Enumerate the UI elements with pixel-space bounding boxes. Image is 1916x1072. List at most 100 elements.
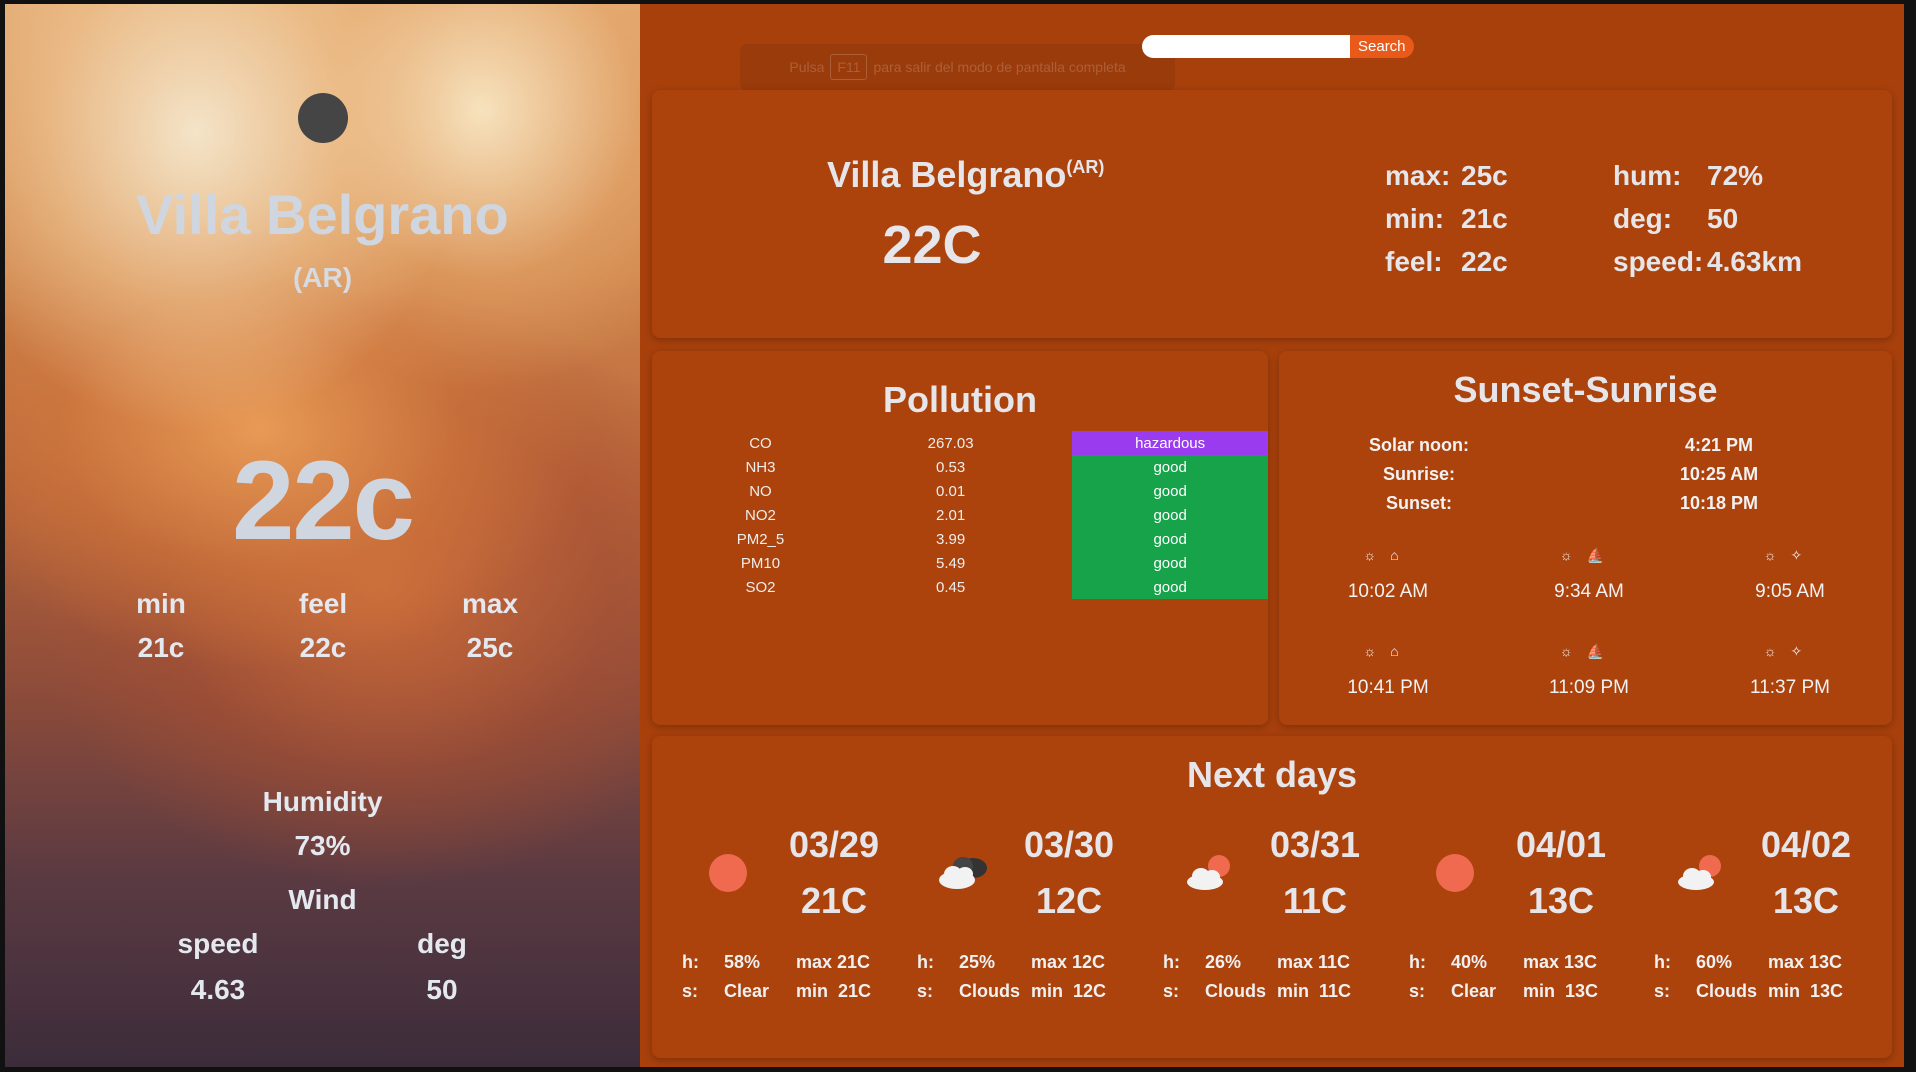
next-days-card: Next days 03/29 21C h: 58% max 21C s: Clear min… [652, 736, 1892, 1058]
pollutant-value: 0.01 [936, 482, 966, 500]
forecast-day: 04/01 13C h: 40% max 13C s: Clear min 13C [1409, 806, 1657, 1046]
search-button[interactable]: Search [1350, 35, 1414, 58]
hero-min: min 21c [101, 588, 221, 664]
pollution-title: Pollution [883, 379, 1037, 420]
twilight-astronomical-morning: ☼✧ 9:05 AM [1715, 547, 1865, 603]
pollutant-name: PM2_5 [736, 530, 785, 548]
solar-noon-label: Solar noon: [1369, 435, 1469, 455]
stat-value: 4.63km [1707, 245, 1802, 277]
hero-feel-value: 22c [299, 632, 347, 663]
search-bar: Search [1142, 35, 1414, 58]
hero-panel: Villa Belgrano (AR) 22c min 21c feel 22c… [5, 4, 640, 1067]
humidity-value: 73% [294, 830, 351, 861]
pollutant-name: NO2 [745, 506, 776, 524]
pollutant-status-badge: good [1072, 455, 1268, 479]
hero-feel: feel 22c [263, 588, 383, 664]
stat-key: speed: [1613, 245, 1704, 277]
forecast-details: h: 40% max 13C s: Clear min 13C [1409, 948, 1598, 1006]
hero-min-label: min [136, 588, 186, 619]
pollutant-value: 0.45 [936, 578, 966, 596]
stat-key: feel: [1385, 245, 1443, 277]
fullscreen-hint: Pulsa F11 para salir del modo de pantall… [740, 44, 1175, 90]
hero-max: max 25c [430, 588, 550, 664]
pollution-row: SO2 0.45 good [692, 575, 1268, 599]
pollutant-status-badge: hazardous [1072, 431, 1268, 455]
sky-key: s: [1654, 981, 1671, 1001]
twilight-time: 11:09 PM [1549, 677, 1629, 698]
humidity-key: h: [917, 952, 934, 972]
twilight-time: 10:41 PM [1347, 677, 1429, 698]
stat-row: deg: 50 [1613, 197, 1802, 240]
pollution-row: NH3 0.53 good [692, 455, 1268, 479]
stat-row: feel: 22c [1385, 240, 1508, 283]
wind-deg: deg 50 [362, 928, 522, 1006]
twilight-time: 10:02 AM [1347, 581, 1429, 602]
forecast-details: h: 25% max 12C s: Clouds min 12C [917, 948, 1106, 1006]
forecast-temp: 21C [800, 880, 868, 921]
current-weather-card: Villa Belgrano(AR) 22C max: 25c min: 21c f… [652, 90, 1892, 338]
sunset-value: 10:18 PM [1679, 493, 1759, 513]
hero-temperature: 22c [232, 438, 415, 563]
stat-key: min: [1385, 202, 1445, 234]
twilight-astronomical-evening: ☼✧ 11:37 PM [1715, 643, 1865, 699]
sun-cloud-icon [1670, 848, 1730, 898]
stat-value: 72% [1707, 159, 1764, 191]
pollution-row: CO 267.03 hazardous [692, 431, 1268, 455]
forecast-min: min 13C [1768, 981, 1844, 1001]
pollutant-value: 3.99 [936, 530, 966, 548]
twilight-time: 9:05 AM [1755, 581, 1825, 602]
stat-value: 50 [1707, 202, 1739, 234]
twilight-nautical-icon: ☼⛵ [1559, 643, 1619, 659]
stat-key: deg: [1613, 202, 1673, 234]
forecast-day: 04/02 13C h: 60% max 13C s: Clouds min 13C [1654, 806, 1902, 1046]
pollution-card: Pollution CO 267.03 hazardous NH3 0.53 good NO… [652, 351, 1268, 725]
forecast-date: 04/02 [1760, 824, 1852, 865]
pollutant-value: 0.53 [936, 458, 966, 476]
forecast-sky: Clear [1451, 981, 1497, 1001]
humidity-label: Humidity [262, 786, 383, 817]
forecast-max: max 12C [1031, 952, 1106, 972]
pollutant-status-badge: good [1072, 551, 1268, 575]
twilight-civil-icon: ☼⌂ [1363, 547, 1413, 563]
forecast-max: max 21C [796, 952, 871, 972]
fullscreen-hint-key: F11 [830, 54, 868, 80]
forecast-min: min 11C [1277, 981, 1352, 1001]
sunset-label: Sunset: [1385, 493, 1452, 513]
wind-label: Wind [288, 884, 357, 915]
current-country: (AR) [1066, 157, 1105, 177]
forecast-max: max 13C [1768, 952, 1843, 972]
forecast-min: min 13C [1523, 981, 1599, 1001]
hero-country: (AR) [292, 262, 353, 293]
twilight-time: 9:34 AM [1554, 581, 1624, 602]
forecast-day: 03/30 12C h: 25% max 12C s: Clouds min 12C [917, 806, 1165, 1046]
forecast-humidity: 40% [1451, 952, 1488, 972]
pollution-row: PM10 5.49 good [692, 551, 1268, 575]
forecast-sky: Clouds [959, 981, 1020, 1001]
pollutant-value: 5.49 [936, 554, 966, 572]
hero-feel-label: feel [298, 588, 348, 619]
pollution-row: PM2_5 3.99 good [692, 527, 1268, 551]
sun-title: Sunset-Sunrise [1453, 369, 1718, 410]
forecast-sky: Clouds [1696, 981, 1757, 1001]
fullscreen-hint-text: Pulsa [789, 59, 825, 75]
weather-icon [298, 93, 348, 143]
forecast-date: 03/31 [1269, 824, 1361, 865]
hero-min-value: 21c [137, 632, 185, 663]
wind-speed-label: speed [177, 928, 259, 959]
solar-noon-value: 4:21 PM [1684, 435, 1754, 455]
sun-icon [1425, 848, 1485, 898]
twilight-civil-morning: ☼⌂ 10:02 AM [1313, 547, 1463, 603]
search-input[interactable] [1142, 35, 1350, 58]
humidity-key: h: [1163, 952, 1180, 972]
twilight-nautical-morning: ☼⛵ 9:34 AM [1514, 547, 1664, 603]
forecast-temp: 13C [1772, 880, 1840, 921]
sky-key: s: [1163, 981, 1180, 1001]
forecast-sky: Clouds [1205, 981, 1266, 1001]
twilight-astronomical-icon: ☼✧ [1763, 547, 1817, 563]
sunset-sunrise-card: Sunset-Sunrise Solar noon: 4:21 PM Sunri… [1279, 351, 1892, 725]
pollutant-status-badge: good [1072, 479, 1268, 503]
pollutant-value: 267.03 [927, 434, 974, 452]
stat-row: max: 25c [1385, 154, 1508, 197]
wind-speed-value: 4.63 [190, 974, 246, 1005]
twilight-nautical-icon: ☼⛵ [1559, 547, 1619, 563]
